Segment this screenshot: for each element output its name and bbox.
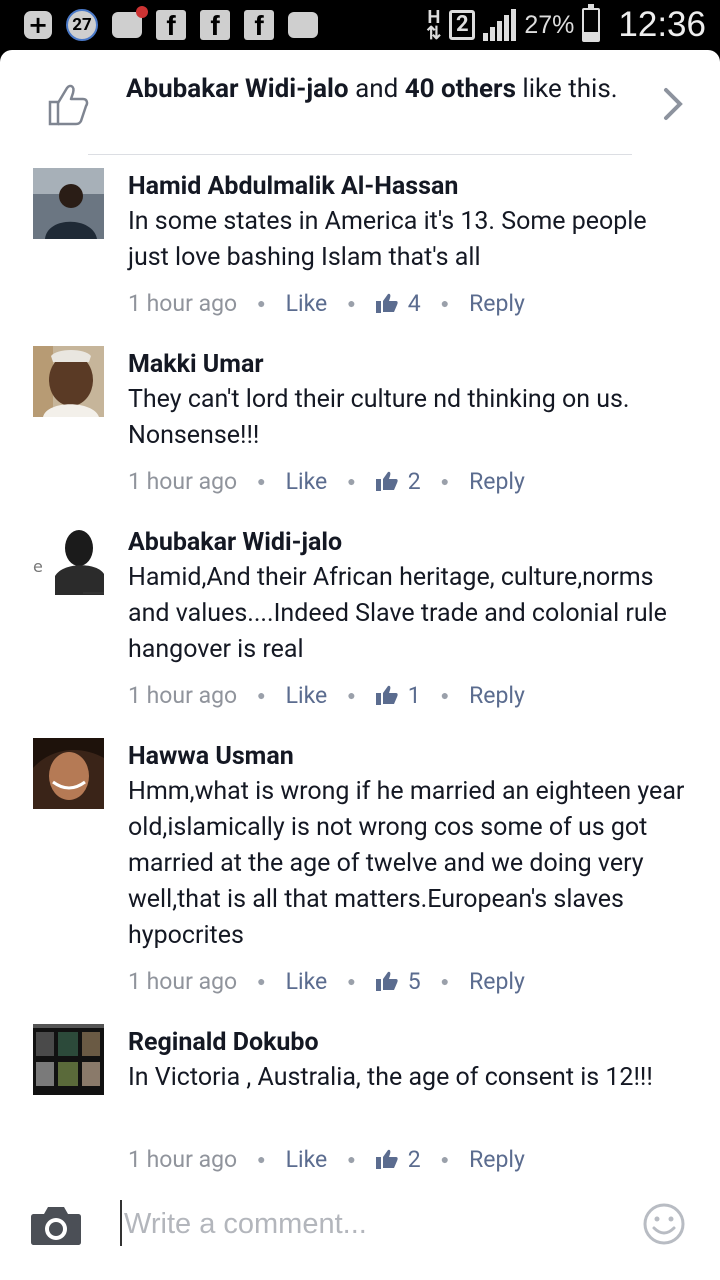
- separator-dot: ●: [347, 687, 356, 704]
- comment-timestamp: 1 hour ago: [128, 1145, 238, 1173]
- comment-composer: [0, 1174, 720, 1280]
- clock: 12:36: [618, 5, 706, 44]
- chevron-right-icon[interactable]: [660, 86, 686, 122]
- separator-dot: ●: [440, 473, 450, 490]
- likes-summary-row[interactable]: Abubakar Widi-jalo and 40 others like th…: [0, 50, 720, 154]
- comment-actions: 1 hour ago ● Like ● 5 ● Reply: [128, 964, 525, 998]
- comment-author[interactable]: Makki Umar: [128, 348, 263, 382]
- notification-count-badge: 27: [66, 9, 98, 41]
- emoji-icon[interactable]: [642, 1202, 686, 1246]
- thumbs-up-icon: [375, 293, 398, 313]
- separator-dot: ●: [440, 973, 450, 990]
- comment-author[interactable]: Abubakar Widi-jalo: [128, 526, 342, 560]
- thumbs-up-icon: [375, 685, 398, 705]
- signal-strength-icon: [483, 9, 517, 41]
- separator-dot: ●: [257, 473, 266, 490]
- separator-dot: ●: [440, 1151, 450, 1168]
- comment-text: Hamid,And their African heritage, cultur…: [128, 563, 667, 664]
- text-cursor: [120, 1200, 122, 1246]
- comment-actions: 1 hour ago ● Like ● 2 ● Reply: [128, 1142, 525, 1176]
- sim-slot-icon: 2: [449, 10, 476, 40]
- separator-dot: ●: [440, 687, 450, 704]
- status-bar: + 27 f f f H ⇅ 2 27% 12:36: [0, 0, 720, 50]
- comment-author[interactable]: Hamid Abdulmalik Al-Hassan: [128, 170, 458, 204]
- comment-timestamp: 1 hour ago: [128, 967, 238, 995]
- reply-button[interactable]: Reply: [469, 468, 525, 495]
- comment-text: In Victoria , Australia, the age of cons…: [128, 1063, 653, 1092]
- comment-author[interactable]: Reginald Dokubo: [128, 1026, 319, 1060]
- avatar[interactable]: e: [33, 524, 104, 595]
- comment-timestamp: 1 hour ago: [128, 289, 238, 317]
- separator-dot: ●: [257, 973, 266, 990]
- likes-others-count: 40 others: [404, 74, 516, 104]
- battery-icon: [582, 4, 601, 42]
- comment-text: Hmm,what is wrong if he married an eight…: [128, 777, 685, 950]
- thumbs-up-icon: [375, 1149, 398, 1169]
- comment-timestamp: 1 hour ago: [128, 681, 238, 709]
- comment-text: They can't lord their culture nd thinkin…: [128, 385, 630, 450]
- comment-like-count[interactable]: 1: [375, 682, 421, 709]
- facebook-notification-icon: f: [200, 10, 230, 41]
- separator-dot: ●: [347, 473, 356, 490]
- thumbs-up-icon: [375, 471, 398, 491]
- svg-text:e: e: [33, 557, 43, 576]
- avatar[interactable]: [33, 346, 104, 417]
- comment-like-count[interactable]: 2: [375, 468, 421, 495]
- add-notification-icon: +: [24, 11, 52, 39]
- likes-summary-text: Abubakar Widi-jalo and 40 others like th…: [126, 74, 618, 104]
- comment-like-count[interactable]: 5: [375, 968, 421, 995]
- avatar[interactable]: [33, 738, 104, 809]
- separator-dot: ●: [257, 1151, 266, 1168]
- divider: [88, 154, 632, 155]
- reply-button[interactable]: Reply: [469, 290, 525, 317]
- comment-like-count[interactable]: 4: [375, 290, 421, 317]
- like-button[interactable]: Like: [286, 968, 328, 995]
- facebook-notification-icon: f: [244, 10, 274, 41]
- like-button[interactable]: Like: [286, 468, 328, 495]
- reply-button[interactable]: Reply: [469, 1146, 525, 1173]
- facebook-notification-icon: f: [156, 10, 186, 41]
- separator-dot: ●: [347, 295, 356, 312]
- comment-actions: 1 hour ago ● Like ● 2 ● Reply: [128, 464, 525, 498]
- network-type-icon: H ⇅: [426, 7, 442, 43]
- thumbs-up-icon: [375, 971, 398, 991]
- comment-input[interactable]: [124, 1202, 604, 1246]
- camera-icon[interactable]: [30, 1204, 82, 1246]
- like-button[interactable]: Like: [286, 290, 328, 317]
- comment-actions: 1 hour ago ● Like ● 1 ● Reply: [128, 678, 525, 712]
- like-button[interactable]: Like: [286, 1146, 328, 1173]
- comment-actions: 1 hour ago ● Like ● 4 ● Reply: [128, 286, 525, 320]
- separator-dot: ●: [257, 295, 266, 312]
- thumbs-up-icon: [48, 84, 89, 126]
- avatar[interactable]: [33, 1024, 104, 1095]
- separator-dot: ●: [347, 973, 356, 990]
- comment-timestamp: 1 hour ago: [128, 467, 238, 495]
- bbm-icon: [288, 12, 318, 38]
- comments-sheet: Abubakar Widi-jalo and 40 others like th…: [0, 50, 720, 1280]
- separator-dot: ●: [440, 295, 450, 312]
- bbm-message-icon: [112, 6, 148, 38]
- reply-button[interactable]: Reply: [469, 682, 525, 709]
- separator-dot: ●: [347, 1151, 356, 1168]
- reply-button[interactable]: Reply: [469, 968, 525, 995]
- like-button[interactable]: Like: [286, 682, 328, 709]
- liker-name: Abubakar Widi-jalo: [126, 74, 349, 104]
- comment-author[interactable]: Hawwa Usman: [128, 740, 294, 774]
- separator-dot: ●: [257, 687, 266, 704]
- avatar[interactable]: [33, 168, 104, 239]
- battery-percent: 27%: [524, 10, 575, 39]
- comment-text: In some states in America it's 13. Some …: [128, 207, 647, 272]
- comment-like-count[interactable]: 2: [375, 1146, 421, 1173]
